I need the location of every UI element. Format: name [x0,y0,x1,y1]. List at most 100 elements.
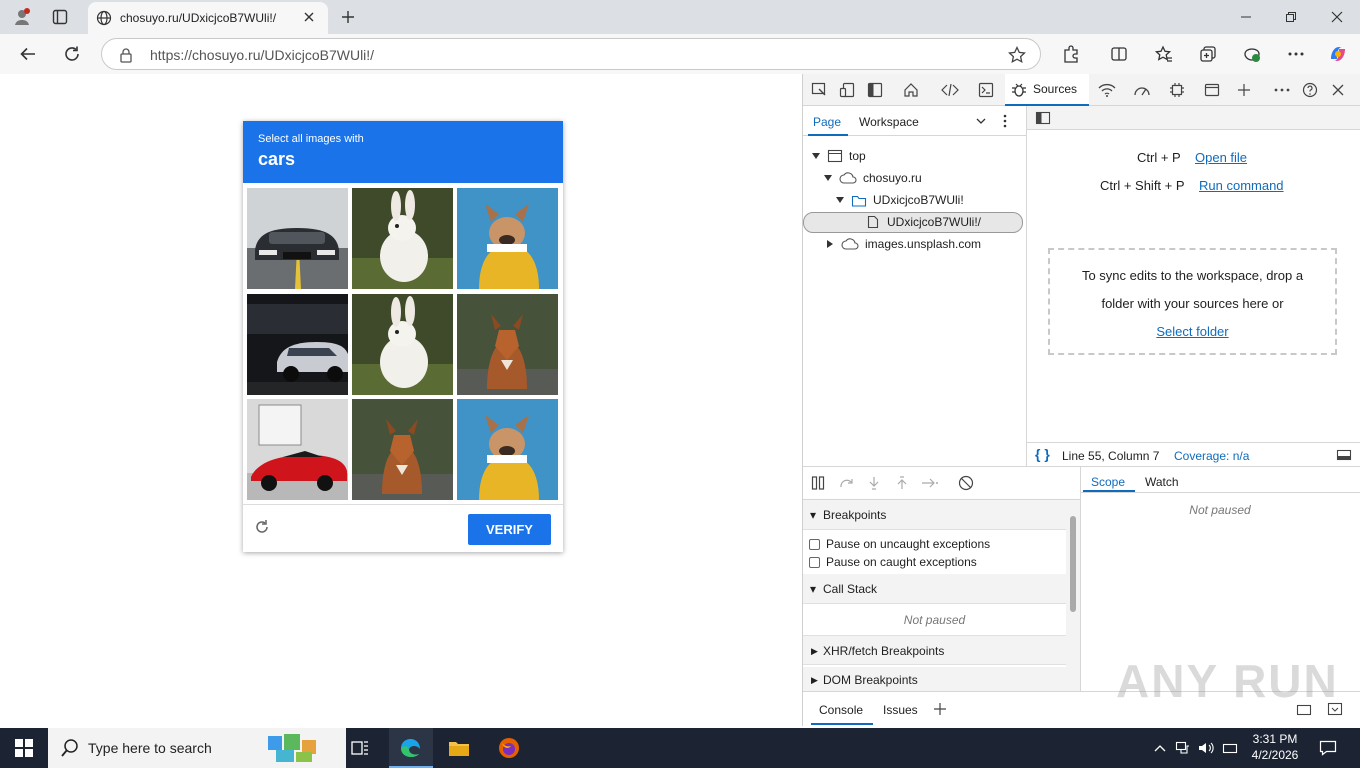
captcha-tile-car[interactable] [247,188,348,289]
help-icon[interactable] [1299,79,1321,101]
captcha-tile-fox[interactable] [352,399,453,500]
network-icon[interactable] [1096,79,1118,101]
minimize-icon[interactable] [1232,3,1260,31]
file-explorer-icon[interactable] [445,734,473,762]
taskbar-edge[interactable] [389,728,433,768]
back-icon[interactable] [14,40,42,68]
xhr-breakpoints-section[interactable]: ▶ XHR/fetch Breakpoints [803,635,1066,665]
collections-icon[interactable] [1194,40,1222,68]
close-tab-icon[interactable] [302,10,316,24]
step-into-icon[interactable] [867,476,881,490]
captcha-tile-dog[interactable] [457,188,558,289]
tree-item-file[interactable]: UDxicjcoB7WUli!/ [867,215,981,229]
step-icon[interactable] [921,476,939,490]
tab-workspace[interactable]: Workspace [859,115,919,129]
browser-tab[interactable]: chosuyo.ru/UDxicjcoB7WUli!/ [88,2,328,34]
debugger-scrollbar[interactable] [1066,500,1080,692]
profile-icon[interactable] [8,3,36,31]
dom-label: DOM Breakpoints [823,673,918,687]
run-command-link[interactable]: Run command [1199,178,1284,193]
performance-icon[interactable] [1238,40,1266,68]
tab-scope[interactable]: Scope [1091,475,1125,489]
deactivate-breakpoints-icon[interactable] [958,475,974,491]
captcha-tile-car[interactable] [247,399,348,500]
copilot-icon[interactable] [1324,40,1352,68]
navigator-more-icon[interactable] [1003,114,1007,128]
captcha-tile-car[interactable] [247,294,348,395]
welcome-home-icon[interactable] [900,79,922,101]
tree-item-top[interactable]: top [811,149,866,163]
editor-tabbar [1027,106,1360,130]
favorites-icon[interactable] [1150,40,1178,68]
checkbox-box[interactable] [809,538,820,550]
console-icon[interactable] [975,79,997,101]
drawer-tab-issues[interactable]: Issues [883,703,918,717]
workspace-dropzone[interactable]: To sync edits to the workspace, drop a f… [1048,248,1337,355]
favorite-star-icon[interactable] [1008,46,1026,64]
refresh-icon[interactable] [58,40,86,68]
reload-icon[interactable] [254,519,270,535]
extensions-icon[interactable] [1057,40,1085,68]
tree-item-domain[interactable]: chosuyo.ru [823,171,922,185]
tab-watch[interactable]: Watch [1145,475,1179,489]
pause-icon[interactable] [811,476,825,490]
drawer-tab-underline [811,723,873,725]
elements-icon[interactable] [939,79,961,101]
close-devtools-icon[interactable] [1327,79,1349,101]
sources-navigator: Page Workspace top chosuyo.ru UDxicjcoB7… [803,106,1027,466]
clock[interactable]: 3:31 PM 4/2/2026 [1250,731,1300,763]
more-tools-plus-icon[interactable] [1233,79,1255,101]
task-view-icon[interactable] [346,734,374,762]
restore-icon[interactable] [1277,3,1305,31]
tab-page[interactable]: Page [813,115,841,129]
add-drawer-tab-icon[interactable] [933,702,947,716]
cloud-icon [841,238,859,250]
tree-item-images[interactable]: images.unsplash.com [825,237,981,251]
select-folder-link[interactable]: Select folder [1050,318,1335,346]
firefox-icon[interactable] [495,734,523,762]
captcha-tile-fox[interactable] [457,294,558,395]
checkbox-box[interactable] [809,556,820,568]
drawer-tab-console[interactable]: Console [819,703,863,717]
application-icon[interactable] [1201,79,1223,101]
open-file-link[interactable]: Open file [1195,150,1247,165]
new-tab-icon[interactable] [334,3,362,31]
tree-item-folder[interactable]: UDxicjcoB7WUli! [835,193,964,207]
coverage-status[interactable]: Coverage: n/a [1174,449,1249,463]
keyboard-language-icon[interactable] [1216,734,1244,762]
pause-uncaught-checkbox[interactable]: Pause on uncaught exceptions [809,537,990,551]
settings-more-icon[interactable] [1282,40,1310,68]
call-stack-section[interactable]: ▾ Call Stack [803,574,1066,604]
notification-icon[interactable] [1314,734,1342,762]
windows-start-icon[interactable] [10,734,38,762]
breakpoints-section[interactable]: ▾ Breakpoints [803,500,1066,530]
search-placeholder: Type here to search [88,740,212,756]
dom-breakpoints-section[interactable]: ▶ DOM Breakpoints [803,667,1066,692]
chevron-down-icon[interactable] [975,115,987,127]
close-window-icon[interactable] [1323,3,1351,31]
site-info-icon[interactable] [119,47,133,63]
memory-icon[interactable] [1166,79,1188,101]
device-emulation-icon[interactable] [836,79,858,101]
step-out-icon[interactable] [895,476,909,490]
captcha-tile-rabbit[interactable] [352,188,453,289]
verify-button[interactable]: VERIFY [468,514,551,545]
captcha-tile-rabbit[interactable] [352,294,453,395]
split-screen-icon[interactable] [1105,40,1133,68]
pause-caught-checkbox[interactable]: Pause on caught exceptions [809,555,977,569]
address-bar[interactable]: https://chosuyo.ru/UDxicjcoB7WUli!/ [101,38,1041,70]
search-icon [60,738,80,758]
scrollbar-thumb[interactable] [1070,516,1076,612]
toggle-navigator-icon[interactable] [1035,111,1051,125]
step-over-icon[interactable] [839,476,855,490]
dock-side-icon[interactable] [864,79,886,101]
tab-sources[interactable]: Sources [1005,74,1089,106]
tab-actions-icon[interactable] [46,3,74,31]
pretty-print-icon[interactable]: { } [1035,446,1050,462]
devtools-menu-icon[interactable] [1271,79,1293,101]
captcha-tile-dog[interactable] [457,399,558,500]
inspect-icon[interactable] [808,79,830,101]
taskbar-search[interactable]: Type here to search [48,728,346,768]
drawer-toggle-icon[interactable] [1336,449,1352,461]
performance-panel-icon[interactable] [1131,79,1153,101]
